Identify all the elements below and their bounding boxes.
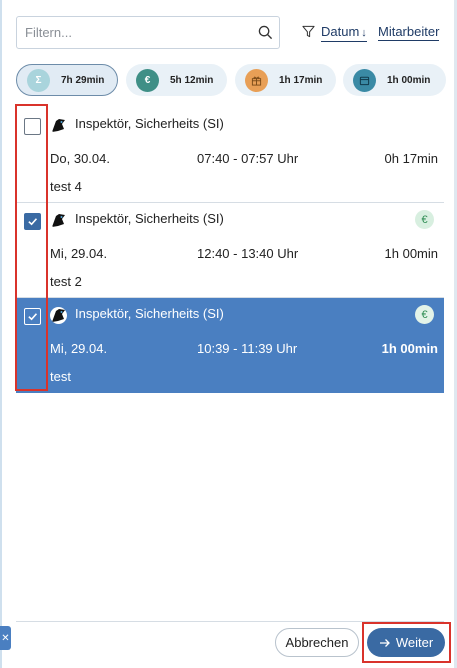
time-entry-row-selected[interactable]: Inspektör, Sicherheits (SI) € Mi, 29.04.… [16, 298, 444, 393]
sort-by-date-link[interactable]: Datum ↓ [321, 25, 367, 42]
entry-time-range: 10:39 - 11:39 Uhr [197, 341, 298, 356]
gift-icon [245, 68, 268, 92]
billable-euro-icon: € [415, 305, 434, 324]
summary-chip-total[interactable]: Σ 7h 29min [16, 64, 118, 96]
sort-by-employee-link[interactable]: Mitarbeiter [378, 25, 440, 41]
footer-divider [16, 621, 444, 622]
employee-name: Inspektör, Sicherheits (SI) [75, 116, 224, 131]
entry-duration: 1h 00min [381, 341, 438, 356]
employee-name: Inspektör, Sicherheits (SI) [75, 211, 224, 226]
search-icon[interactable] [258, 25, 273, 40]
summary-chip-bonus[interactable]: 1h 17min [235, 64, 336, 96]
entry-date: Mi, 29.04. [50, 341, 108, 356]
filter-input[interactable] [17, 17, 247, 48]
summary-value-absence: 1h 00min [387, 74, 431, 86]
avatar [50, 117, 67, 134]
summary-value-billable: 5h 12min [170, 74, 214, 86]
summary-chip-absence[interactable]: 1h 00min [343, 64, 446, 96]
euro-icon: € [136, 68, 159, 92]
employee-name: Inspektör, Sicherheits (SI) [75, 306, 224, 321]
entry-duration: 0h 17min [384, 151, 438, 166]
summary-chip-billable[interactable]: € 5h 12min [126, 64, 227, 96]
summary-value-bonus: 1h 17min [279, 74, 323, 86]
close-side-tab-icon[interactable]: ✕ [0, 626, 11, 650]
sort-down-arrow-icon: ↓ [361, 27, 367, 39]
entry-time-range: 12:40 - 13:40 Uhr [197, 246, 299, 261]
avatar [50, 307, 67, 324]
entry-note: test 2 [50, 274, 82, 289]
filter-row: Datum↓ Mitarbeiter [16, 16, 441, 50]
entry-note: test [50, 369, 71, 384]
cancel-button[interactable]: Abbrechen [275, 628, 359, 657]
time-entry-row[interactable]: Inspektör, Sicherheits (SI) Do, 30.04. 0… [16, 108, 444, 203]
next-button[interactable]: Weiter [367, 628, 445, 657]
search-box [16, 16, 280, 49]
sigma-icon: Σ [27, 68, 50, 92]
sort-date-label: Datum [321, 24, 360, 39]
entry-date: Do, 30.04. [50, 151, 110, 166]
avatar [50, 212, 67, 229]
next-button-label: Weiter [395, 635, 434, 650]
arrow-right-icon [379, 638, 390, 647]
summary-chips: Σ 7h 29min € 5h 12min 1h 17min 1h 00min [16, 64, 446, 96]
time-entries-list: Inspektör, Sicherheits (SI) Do, 30.04. 0… [16, 108, 444, 393]
entry-duration: 1h 00min [384, 246, 438, 261]
billable-euro-icon: € [415, 210, 434, 229]
entry-date: Mi, 29.04. [50, 246, 108, 261]
left-panel-edge [0, 0, 2, 668]
entry-note: test 4 [50, 179, 82, 194]
time-entry-row[interactable]: Inspektör, Sicherheits (SI) € Mi, 29.04.… [16, 203, 444, 298]
annotation-highlight-checkboxes [15, 104, 48, 391]
filter-funnel-icon[interactable] [302, 25, 315, 38]
summary-value-total: 7h 29min [61, 74, 105, 86]
entry-time-range: 07:40 - 07:57 Uhr [197, 151, 299, 166]
calendar-icon [353, 68, 376, 92]
